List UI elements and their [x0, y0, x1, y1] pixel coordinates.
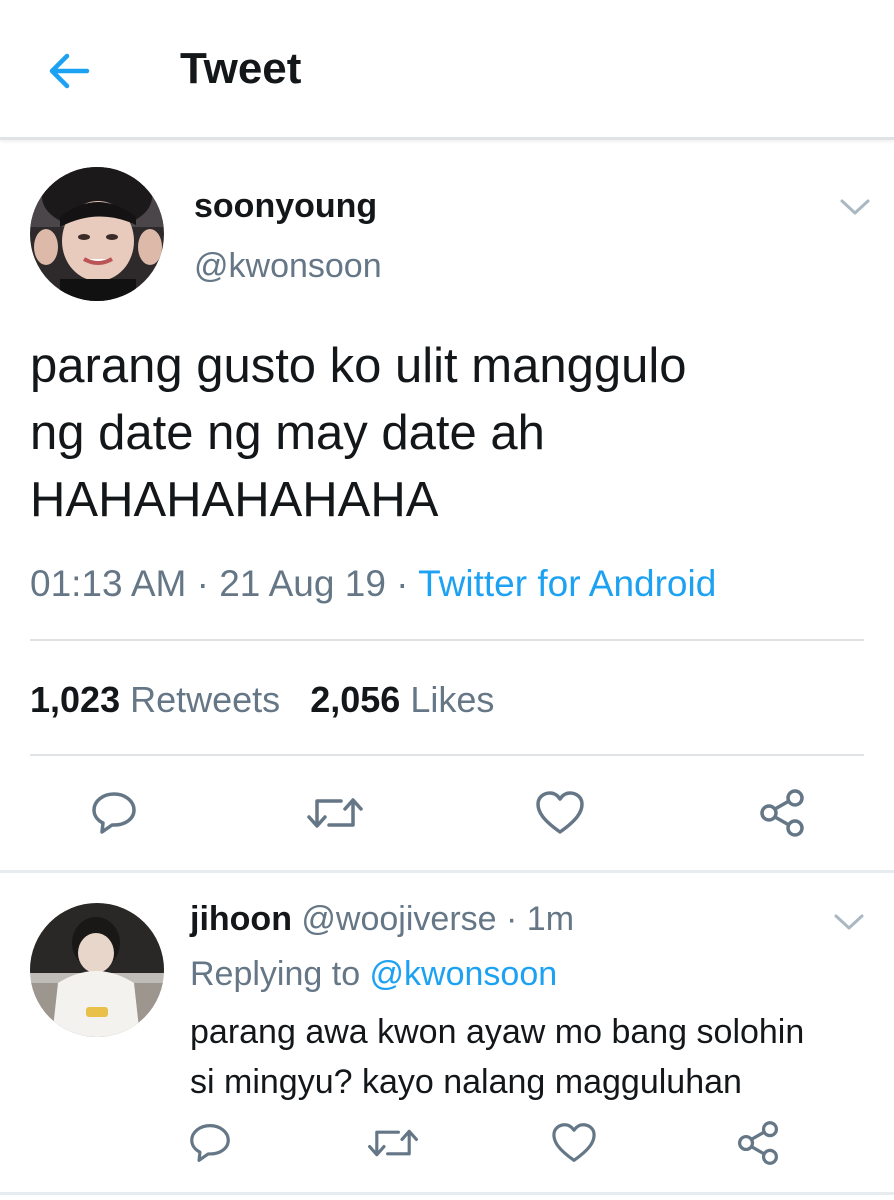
likes-stat[interactable]: 2,056 Likes: [310, 679, 494, 720]
reply-icon: [92, 792, 136, 834]
tweet-meta: 01:13 AM · 21 Aug 19 · Twitter for Andro…: [30, 563, 716, 605]
share-icon: [737, 1121, 779, 1165]
meta-separator: ·: [496, 900, 527, 938]
reply-text: parang awa kwon ayaw mo bang solohin si …: [190, 1007, 880, 1107]
replying-to: Replying to @kwonsoon: [190, 955, 557, 994]
meta-separator: ·: [385, 563, 419, 604]
share-button[interactable]: [752, 786, 812, 840]
tweet-source-link[interactable]: Twitter for Android: [418, 563, 716, 604]
likes-count: 2,056: [310, 679, 401, 720]
retweets-count: 1,023: [30, 679, 121, 720]
avatar-image: [30, 903, 164, 1037]
like-button[interactable]: [530, 788, 590, 838]
reply-share-button[interactable]: [730, 1116, 786, 1170]
mention-link[interactable]: @kwonsoon: [370, 955, 558, 993]
divider: [30, 639, 864, 641]
tweet-text-line: HAHAHAHAHAHA: [30, 473, 439, 527]
divider: [0, 1192, 894, 1195]
reply-options-button[interactable]: [832, 910, 866, 934]
reply-button[interactable]: [84, 788, 144, 838]
reply-text-line: si mingyu? kayo nalang magguluhan: [190, 1063, 742, 1101]
back-button[interactable]: [44, 48, 94, 94]
reply-display-name[interactable]: jihoon: [190, 900, 292, 938]
retweet-button[interactable]: [302, 788, 368, 838]
meta-separator: ·: [186, 563, 220, 604]
reply-handle[interactable]: @woojiverse: [301, 900, 496, 938]
reply-like-button[interactable]: [546, 1118, 602, 1168]
tweet-time: 01:13 AM: [30, 563, 187, 604]
retweets-label: Retweets: [130, 679, 281, 720]
reply-icon: [190, 1124, 230, 1162]
share-icon: [760, 789, 804, 837]
likes-label: Likes: [410, 679, 495, 720]
tweet-date: 21 Aug 19: [219, 563, 386, 604]
tweet-text-line: ng date ng may date ah: [30, 406, 545, 460]
arrow-left-icon: [49, 53, 90, 89]
top-bar: Tweet: [0, 0, 894, 140]
tweet-text: parang gusto ko ulit manggulo ng date ng…: [30, 333, 870, 534]
replying-label: Replying to: [190, 955, 370, 993]
main-tweet: soonyoung @kwonsoon parang gusto ko ulit…: [0, 143, 894, 870]
reply-retweet-button[interactable]: [362, 1118, 424, 1168]
reply-header: jihoon @woojiverse · 1m: [190, 900, 574, 939]
user-handle[interactable]: @kwonsoon: [194, 247, 382, 286]
tweet-stats: 1,023 Retweets 2,056 Likes: [30, 679, 494, 721]
chevron-down-icon: [840, 199, 870, 215]
tweet-options-button[interactable]: [838, 195, 872, 219]
reply-text-line: parang awa kwon ayaw mo bang solohin: [190, 1013, 805, 1051]
page-title: Tweet: [180, 44, 302, 93]
chevron-down-icon: [834, 914, 864, 930]
retweet-icon: [307, 798, 363, 828]
section-separator: [0, 870, 894, 873]
avatar-image: [30, 167, 164, 301]
heart-icon: [536, 791, 584, 834]
divider: [30, 754, 864, 756]
avatar[interactable]: [30, 167, 164, 301]
retweet-icon: [368, 1129, 418, 1157]
reply-reply-button[interactable]: [182, 1118, 238, 1168]
reply-avatar[interactable]: [30, 903, 164, 1037]
reply-time: 1m: [526, 900, 575, 938]
tweet-text-line: parang gusto ko ulit manggulo: [30, 339, 687, 393]
heart-icon: [552, 1123, 596, 1162]
display-name[interactable]: soonyoung: [194, 187, 377, 226]
retweets-stat[interactable]: 1,023 Retweets: [30, 679, 280, 720]
